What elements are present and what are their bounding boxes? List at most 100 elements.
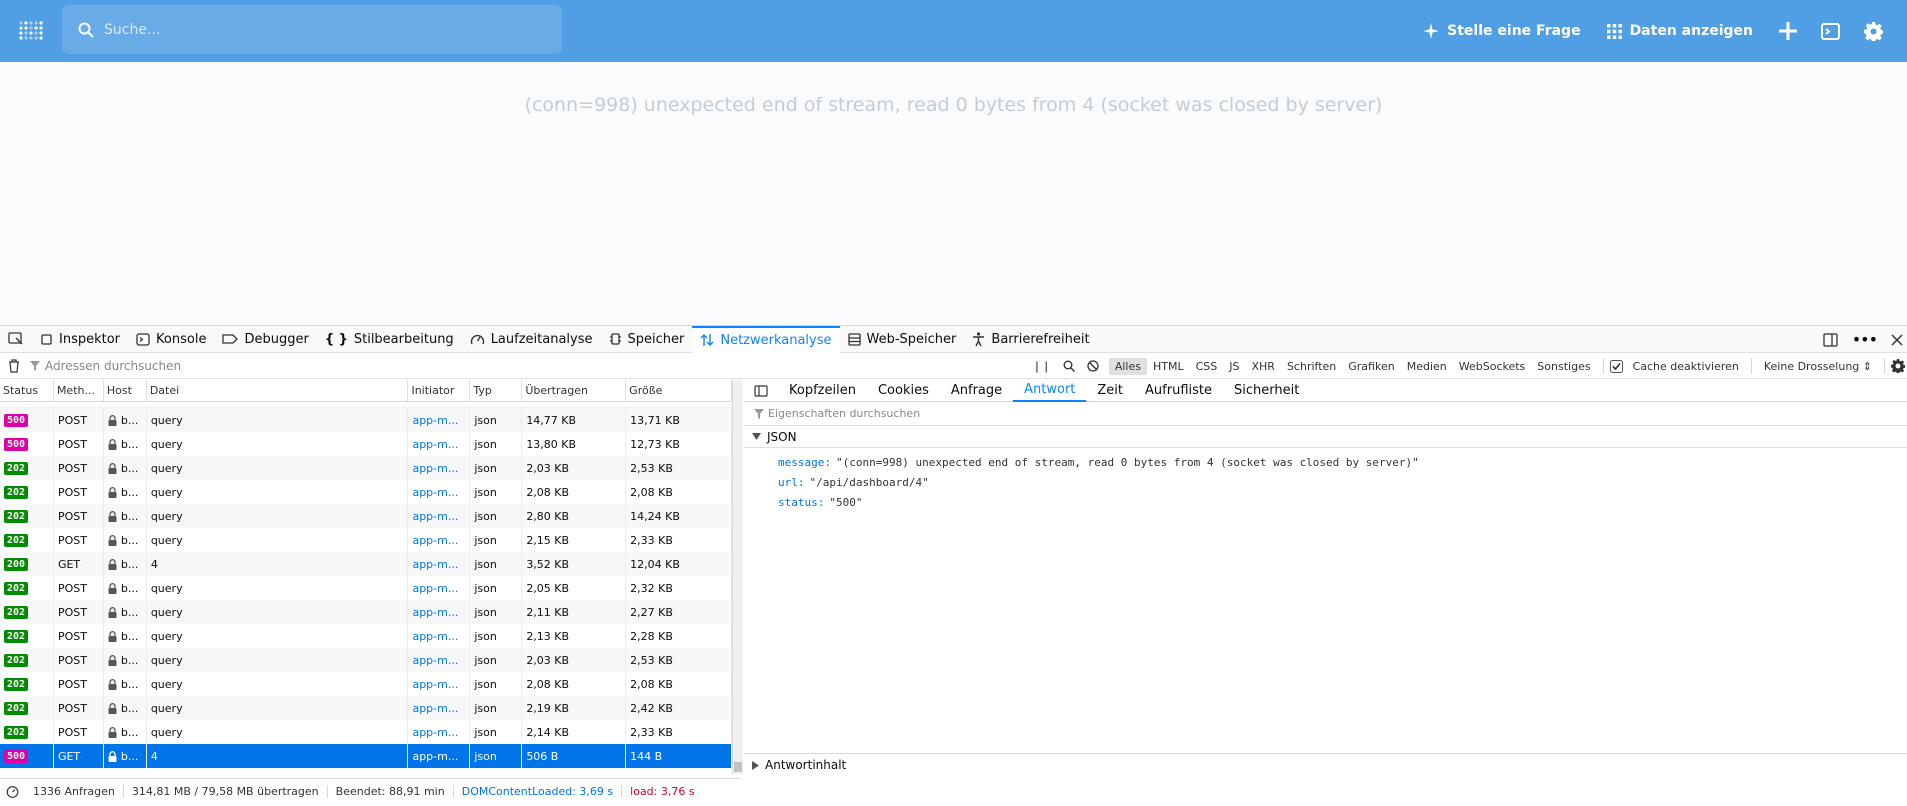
- network-settings-gear-icon[interactable]: [1891, 359, 1905, 373]
- table-row[interactable]: 202 POST b... query app-m... json 2,80 KB 14,24…: [0, 504, 732, 528]
- table-row[interactable]: 202 POST b... query app-m... json 2,15 KB 2,33 …: [0, 528, 732, 552]
- tab-response[interactable]: Antwort: [1013, 380, 1087, 402]
- table-row[interactable]: 500 POST b... query app-m... json 14,77 KB 13,7…: [0, 408, 732, 432]
- performance-analysis-icon[interactable]: [6, 785, 19, 798]
- table-row[interactable]: 202 POST b... query app-m... json 2,03 KB 2,53 …: [0, 648, 732, 672]
- response-body-toggle[interactable]: Antwortinhalt: [744, 753, 1907, 776]
- initiator-text[interactable]: app-m...: [412, 438, 458, 451]
- initiator-text[interactable]: app-m...: [412, 558, 458, 571]
- table-row[interactable]: 202 POST b... query app-m... json 2,05 KB 2,32 …: [0, 576, 732, 600]
- json-property-url[interactable]: url: "/api/dashboard/4": [744, 472, 1907, 492]
- json-property-message[interactable]: message: "(conn=998) unexpected end of st…: [744, 452, 1907, 472]
- table-row[interactable]: 202 POST b... query app-m... json 2,19 KB 2,42 …: [0, 696, 732, 720]
- request-list-scrollbar[interactable]: [733, 380, 743, 774]
- initiator-text[interactable]: app-m...: [412, 606, 458, 619]
- initiator-text[interactable]: app-m...: [412, 462, 458, 475]
- table-row[interactable]: 500 POST b... query app-m... json 13,80 KB 12,7…: [0, 432, 732, 456]
- search-bar[interactable]: Suche...: [62, 5, 562, 54]
- initiator-text[interactable]: app-m...: [412, 510, 458, 523]
- table-row[interactable]: 202 POST b... query app-m... json 2,08 KB 2,08 …: [0, 480, 732, 504]
- filter-all[interactable]: Alles: [1108, 357, 1147, 375]
- ask-question-button[interactable]: Stelle eine Frage: [1423, 23, 1581, 39]
- filter-websockets[interactable]: WebSockets: [1453, 358, 1532, 375]
- tab-inspector[interactable]: Inspektor: [32, 326, 128, 353]
- table-row[interactable]: 202 POST b... query app-m... json 2,03 KB 2,53 …: [0, 456, 732, 480]
- initiator-text[interactable]: app-m...: [412, 750, 458, 763]
- filter-html[interactable]: HTML: [1147, 358, 1190, 375]
- tab-security[interactable]: Sicherheit: [1223, 380, 1310, 402]
- search-requests-icon[interactable]: [1063, 360, 1075, 372]
- close-devtools-icon[interactable]: [1891, 333, 1903, 346]
- initiator-text[interactable]: app-m...: [412, 678, 458, 691]
- more-options-icon[interactable]: •••: [1852, 330, 1878, 349]
- initiator-text[interactable]: app-m...: [412, 630, 458, 643]
- initiator-text[interactable]: app-m...: [412, 414, 458, 427]
- initiator-text[interactable]: app-m...: [412, 726, 458, 739]
- tab-performance[interactable]: Laufzeitanalyse: [462, 326, 601, 353]
- initiator-text[interactable]: app-m...: [412, 486, 458, 499]
- property-filter-input[interactable]: Eigenschaften durchsuchen: [744, 402, 1907, 426]
- url-filter-input[interactable]: Adressen durchsuchen: [30, 359, 990, 373]
- lock-icon: [108, 414, 117, 426]
- filter-css[interactable]: CSS: [1190, 358, 1224, 375]
- tab-accessibility[interactable]: Barrierefreiheit: [964, 326, 1097, 353]
- filter-images[interactable]: Grafiken: [1342, 358, 1400, 375]
- table-row[interactable]: 202 POST b... query app-m... json 2,14 KB 2,33 …: [0, 720, 732, 744]
- sql-editor-icon[interactable]: [1821, 22, 1840, 40]
- settings-gear-icon[interactable]: [1864, 21, 1883, 41]
- json-property-status[interactable]: status: "500": [744, 492, 1907, 512]
- add-icon[interactable]: [1779, 22, 1797, 40]
- initiator-text[interactable]: app-m...: [412, 534, 458, 547]
- column-file[interactable]: Datei: [147, 380, 409, 401]
- pause-icon[interactable]: ❘❘: [1032, 360, 1050, 373]
- filter-xhr[interactable]: XHR: [1246, 358, 1281, 375]
- tab-console[interactable]: Konsole: [128, 326, 214, 353]
- initiator-text[interactable]: app-m...: [412, 582, 458, 595]
- filter-other[interactable]: Sonstiges: [1531, 358, 1596, 375]
- cell-initiator: app-m...: [408, 480, 471, 504]
- tab-timings[interactable]: Zeit: [1086, 380, 1134, 402]
- tab-stack-trace[interactable]: Aufrufliste: [1134, 380, 1223, 402]
- column-host[interactable]: Host: [104, 380, 147, 401]
- disable-cache-checkbox[interactable]: Cache deaktivieren: [1609, 358, 1745, 375]
- table-row[interactable]: 202 POST b... query app-m... json 2,11 KB 2,27 …: [0, 600, 732, 624]
- column-type[interactable]: Typ: [470, 380, 523, 401]
- tab-debugger[interactable]: Debugger: [214, 326, 316, 353]
- table-row[interactable]: 500 GET b... 4 app-m... json 506 B 144 B: [0, 744, 732, 768]
- toggle-sidebar-icon[interactable]: [744, 384, 778, 397]
- column-transferred[interactable]: Übertragen: [522, 380, 627, 401]
- column-size[interactable]: Größe: [626, 380, 732, 401]
- table-row[interactable]: 202 POST b... query app-m... json 2,08 KB 2,08 …: [0, 672, 732, 696]
- transferred-text: 2,03 KB: [526, 461, 570, 475]
- tab-network[interactable]: Netzwerkanalyse: [692, 325, 840, 353]
- initiator-text[interactable]: app-m...: [412, 654, 458, 667]
- cell-status: 202: [0, 696, 54, 720]
- scrollbar-thumb[interactable]: [734, 762, 742, 772]
- lock-icon: [108, 702, 117, 714]
- tab-label: Barrierefreiheit: [991, 331, 1090, 347]
- filter-media[interactable]: Medien: [1401, 358, 1453, 375]
- element-picker-button[interactable]: [0, 326, 32, 353]
- filter-js[interactable]: JS: [1223, 358, 1245, 375]
- filter-fonts[interactable]: Schriften: [1281, 358, 1342, 375]
- clear-requests-icon[interactable]: [8, 358, 20, 373]
- browse-data-button[interactable]: Daten anzeigen: [1606, 23, 1753, 39]
- column-method[interactable]: Meth...: [54, 380, 104, 401]
- status-badge: 500: [4, 749, 29, 763]
- column-initiator[interactable]: Initiator: [408, 380, 471, 401]
- column-status[interactable]: Status: [0, 380, 54, 401]
- initiator-text[interactable]: app-m...: [412, 702, 458, 715]
- block-requests-icon[interactable]: [1087, 360, 1099, 372]
- dock-side-icon[interactable]: [1823, 332, 1838, 347]
- tab-storage[interactable]: Web-Speicher: [840, 326, 965, 353]
- table-row[interactable]: 202 POST b... query app-m... json 2,13 KB 2,28 …: [0, 624, 732, 648]
- json-section-toggle[interactable]: JSON: [744, 426, 1907, 448]
- metabase-logo-icon[interactable]: [18, 20, 44, 42]
- tab-request[interactable]: Anfrage: [940, 380, 1013, 402]
- table-row[interactable]: 200 GET b... 4 app-m... json 3,52 KB 12,04 KB: [0, 552, 732, 576]
- tab-headers[interactable]: Kopfzeilen: [778, 380, 867, 402]
- tab-style-editor[interactable]: { } Stilbearbeitung: [317, 326, 462, 353]
- tab-memory[interactable]: Speicher: [601, 326, 693, 353]
- throttling-select[interactable]: Keine Drosselung ⇕: [1758, 358, 1878, 375]
- tab-cookies[interactable]: Cookies: [867, 380, 940, 402]
